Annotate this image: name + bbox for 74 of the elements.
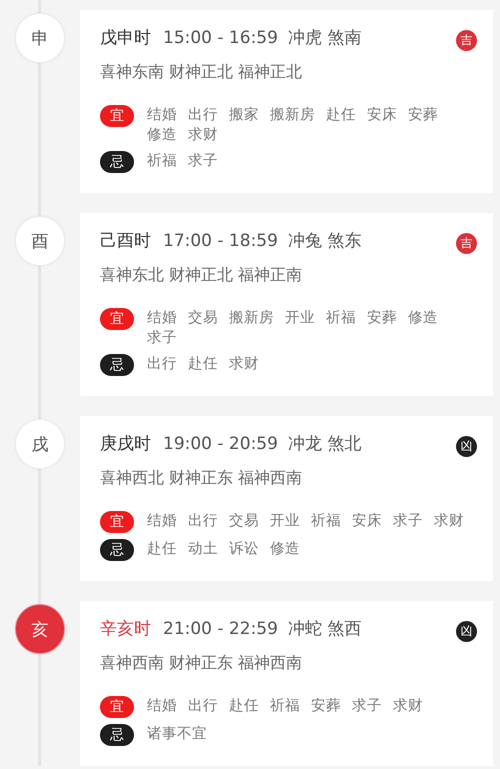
activity-text: 出行	[147, 355, 177, 374]
grade-badge: 吉	[456, 233, 477, 254]
hour-name: 己酉时	[100, 230, 151, 252]
grade-badge: 吉	[456, 30, 477, 51]
auspicious-tag: 宜	[100, 696, 134, 718]
activity-text: 开业	[285, 309, 315, 328]
activity-text: 结婚	[147, 106, 177, 125]
activity-text: 结婚	[147, 697, 177, 716]
hour-time: 17:00 - 18:59	[163, 230, 278, 250]
activity-text: 安床	[352, 512, 382, 531]
hour-name: 庚戌时	[100, 433, 151, 455]
avoid-tag: 忌	[100, 354, 134, 376]
activity-text: 出行	[188, 106, 218, 125]
activity-text: 诸事不宜	[147, 724, 207, 744]
auspicious-tag: 宜	[100, 308, 134, 330]
activity-text: 赴任	[147, 540, 177, 559]
activity-text: 修造	[408, 309, 438, 328]
activity-text: 求财	[434, 512, 464, 531]
grade-badge: 凶	[456, 621, 477, 642]
clash-text: 冲兔 煞东	[288, 230, 362, 252]
activity-text: 祈福	[326, 309, 356, 328]
activity-text: 求财	[393, 697, 423, 716]
activity-text: 搬新房	[229, 308, 274, 328]
hour-name: 戊申时	[100, 27, 151, 49]
activity-text: 交易	[188, 308, 218, 328]
activity-text: 出行	[188, 697, 218, 716]
hour-time: 15:00 - 16:59	[163, 28, 278, 48]
activity-text: 动土	[188, 540, 218, 559]
activity-text: 求子	[393, 512, 423, 531]
auspicious-tag: 宜	[100, 105, 134, 127]
activity-text: 开业	[270, 512, 300, 531]
activity-text: 安葬	[408, 106, 438, 125]
avoid-tag: 忌	[100, 724, 134, 746]
activity-text: 求子	[352, 697, 382, 716]
clash-text: 冲蛇 煞西	[288, 618, 362, 640]
activity-text: 诉讼	[229, 540, 259, 559]
activity-text: 祈福	[147, 152, 177, 171]
activity-text: 赴任	[229, 697, 259, 716]
clash-text: 冲龙 煞北	[288, 433, 362, 455]
activity-text: 求财	[188, 126, 218, 145]
activity-text: 祈福	[270, 697, 300, 716]
activity-text: 求子	[147, 329, 177, 348]
avoid-tag: 忌	[100, 539, 134, 561]
activity-text: 安床	[367, 106, 397, 125]
grade-badge: 凶	[456, 436, 477, 457]
gods-text: 喜神东北 财神正北 福神正南	[100, 265, 304, 286]
activity-text: 祈福	[311, 512, 341, 531]
activity-text: 赴任	[326, 106, 356, 125]
hour-time: 19:00 - 20:59	[163, 434, 278, 454]
hour-name: 辛亥时	[100, 618, 151, 640]
activity-text: 求财	[229, 355, 259, 374]
hour-circle[interactable]: 申	[15, 13, 65, 63]
activity-text: 交易	[229, 512, 259, 531]
activity-text: 赴任	[188, 355, 218, 374]
clash-text: 冲虎 煞南	[288, 27, 362, 49]
gods-text: 喜神西北 财神正东 福神西南	[100, 468, 304, 489]
activity-text: 修造	[270, 540, 300, 559]
auspicious-tag: 宜	[100, 511, 134, 533]
activity-text: 出行	[188, 512, 218, 531]
activity-text: 安葬	[311, 696, 341, 716]
hour-circle[interactable]: 亥	[15, 604, 65, 654]
gods-text: 喜神东南 财神正北 福神正北	[100, 62, 304, 83]
activity-text: 求子	[188, 152, 218, 171]
hour-circle[interactable]: 戌	[15, 419, 65, 469]
activity-text: 结婚	[147, 512, 177, 531]
activity-text: 修造	[147, 126, 177, 145]
activity-text: 搬新房	[270, 106, 315, 125]
activity-text: 搬家	[229, 106, 259, 125]
avoid-tag: 忌	[100, 151, 134, 173]
gods-text: 喜神西南 财神正东 福神西南	[100, 653, 304, 674]
activity-text: 结婚	[147, 309, 177, 328]
hour-time: 21:00 - 22:59	[163, 618, 278, 638]
hour-circle[interactable]: 酉	[15, 216, 65, 266]
activity-text: 安葬	[367, 308, 397, 328]
